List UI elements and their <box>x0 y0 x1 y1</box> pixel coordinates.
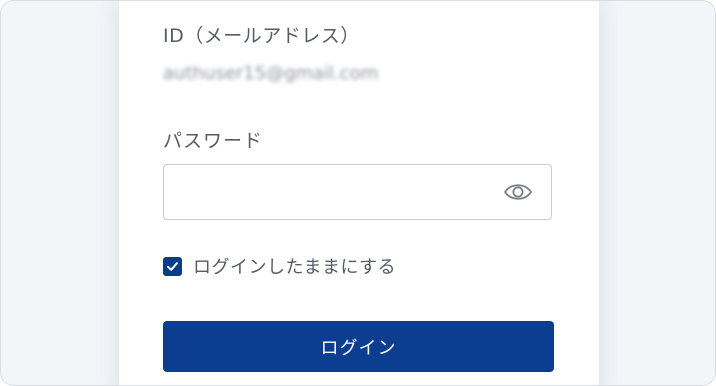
id-label: ID（メールアドレス） <box>163 25 360 47</box>
checkmark-icon <box>167 261 178 271</box>
id-value: authuser15@gmail.com <box>163 63 379 84</box>
login-button[interactable]: ログイン <box>163 321 554 372</box>
password-field <box>163 164 552 220</box>
eye-icon[interactable] <box>503 179 533 205</box>
remember-me-label: ログインしたままにする <box>193 257 397 278</box>
password-label: パスワード <box>163 130 264 152</box>
remember-me-checkbox[interactable] <box>163 256 182 276</box>
remember-me-option[interactable]: ログインしたままにする <box>163 253 396 279</box>
login-card: ID（メールアドレス） authuser15@gmail.com パスワード ロ… <box>119 1 599 385</box>
screenshot-frame: ID（メールアドレス） authuser15@gmail.com パスワード ロ… <box>0 0 716 386</box>
password-input[interactable] <box>164 165 522 219</box>
